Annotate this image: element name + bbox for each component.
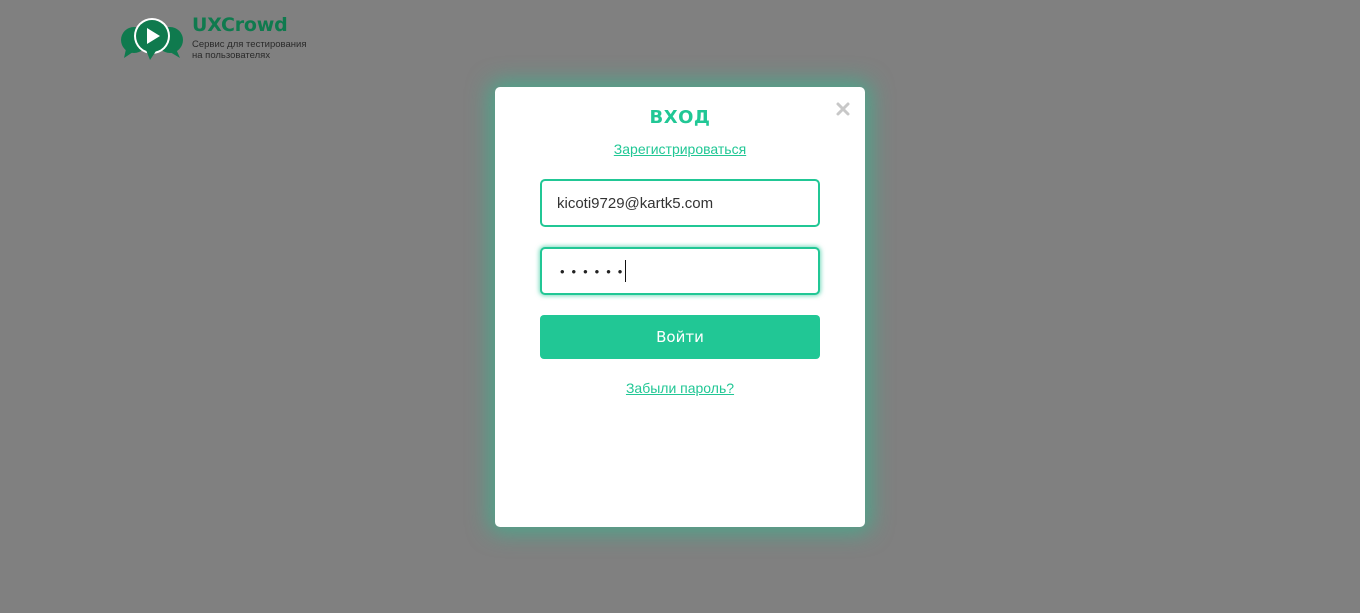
- logo-tagline: Сервис для тестирования на пользователях: [192, 39, 307, 61]
- login-button[interactable]: Войти: [540, 315, 820, 359]
- logo-text: UXCrowd Сервис для тестирования на польз…: [192, 14, 312, 61]
- chat-bubbles-play-icon: [120, 16, 186, 64]
- forgot-password-link[interactable]: Забыли пароль?: [495, 380, 865, 396]
- password-value: ••••••: [560, 263, 630, 279]
- logo[interactable]: UXCrowd Сервис для тестирования на польз…: [120, 14, 312, 64]
- email-value: kicoti9729@kartk5.com: [557, 194, 714, 212]
- logo-name: UXCrowd: [192, 14, 288, 36]
- login-modal: ВХОД Зарегистрироваться kicoti9729@kartk…: [495, 87, 865, 527]
- password-field[interactable]: ••••••: [540, 247, 820, 295]
- text-caret: [625, 260, 627, 282]
- register-link[interactable]: Зарегистрироваться: [495, 141, 865, 157]
- email-field[interactable]: kicoti9729@kartk5.com: [540, 179, 820, 227]
- page: UXCrowd Сервис для тестирования на польз…: [0, 0, 1360, 613]
- modal-title: ВХОД: [649, 107, 711, 128]
